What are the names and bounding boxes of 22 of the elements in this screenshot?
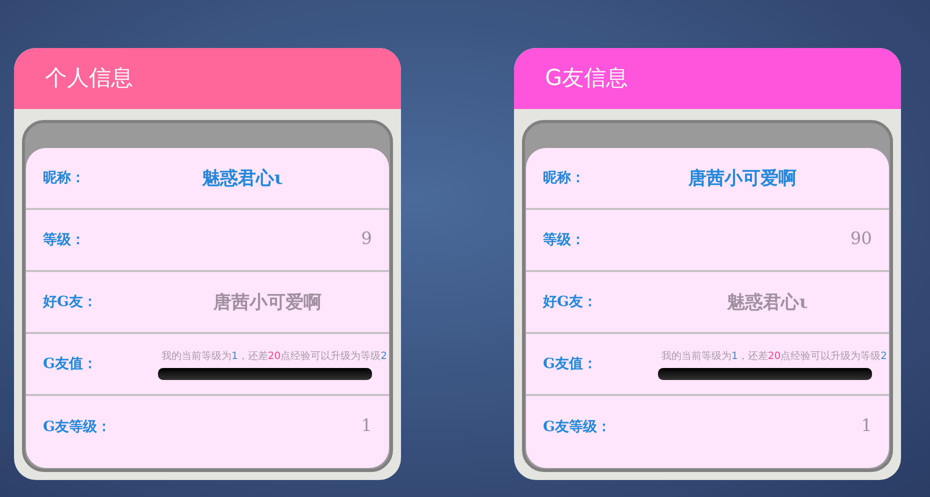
field-label: 昵称： [43,168,86,188]
field-label: 等级： [43,230,86,250]
friend-value: 唐茜小可爱啊 [212,290,322,314]
level-value: 1 [360,415,372,438]
field-label: 好G友： [543,292,598,312]
field-label: G友等级： [543,418,612,436]
card-title: G友信息 [545,65,628,93]
field-label: G友值： [43,354,98,374]
field-label: 好G友： [43,292,98,312]
friend-value: 魅惑君心ι [726,290,809,314]
level-value: 9 [360,228,372,252]
field-label: 等级： [543,230,586,250]
field-label: G友值： [543,354,598,374]
level-value: 90 [849,228,872,252]
level-value: 1 [860,415,872,438]
field-label: G友等级： [43,418,112,436]
nickname-value: 唐茜小可爱啊 [687,166,798,190]
experience-message: 我的当前等级为1，还差20点经验可以升级为等级2 [662,350,887,364]
nickname-value: 魅惑君心ι [200,166,284,190]
experience-message: 我的当前等级为1，还差20点经验可以升级为等级2 [162,350,387,364]
card-title: 个人信息 [45,65,133,93]
field-label: 昵称： [543,168,586,188]
